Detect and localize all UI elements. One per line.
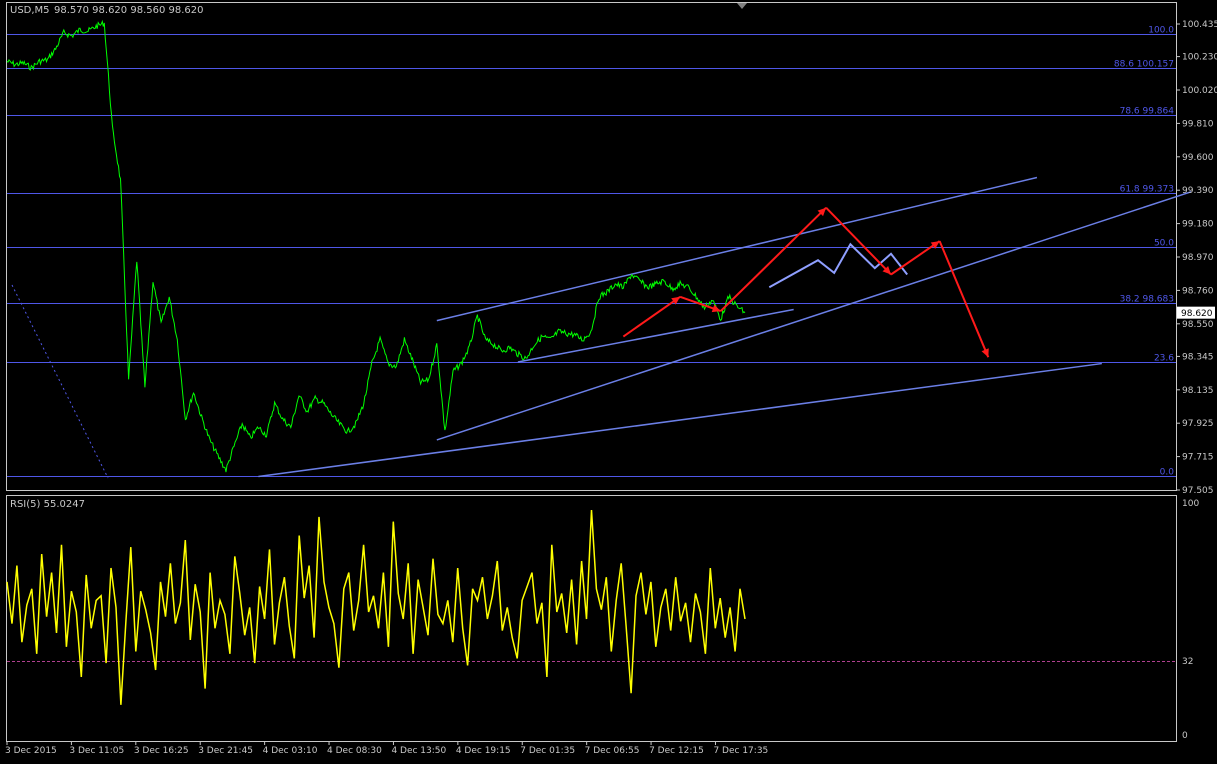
rsi-indicator-label: RSI(5) 55.0247 (10, 499, 85, 510)
x-tick-label: 7 Dec 12:15 (649, 746, 704, 756)
fib-level-label: 88.6 100.157 (1114, 60, 1174, 70)
x-tick-label: 7 Dec 17:35 (713, 746, 768, 756)
y-tick-label: 99.180 (1182, 220, 1214, 230)
chart-symbol-timeframe: USD,M5 (10, 5, 50, 16)
y-tick-label: 97.925 (1182, 419, 1214, 429)
fib-level-label: 100.0 (1148, 26, 1174, 36)
x-tick-label: 3 Dec 2015 (5, 746, 57, 756)
x-tick-label: 3 Dec 11:05 (69, 746, 124, 756)
fib-level-label: 78.6 99.864 (1120, 107, 1175, 117)
y-tick-label: 98.345 (1182, 352, 1214, 362)
x-tick-label: 3 Dec 16:25 (134, 746, 189, 756)
y-tick-label: 97.715 (1182, 453, 1214, 463)
x-tick-label: 4 Dec 19:15 (456, 746, 511, 756)
rsi-y-label: 100 (1182, 499, 1199, 509)
x-tick-label: 4 Dec 03:10 (263, 746, 318, 756)
background (0, 0, 1217, 760)
x-tick-label: 7 Dec 06:55 (585, 746, 640, 756)
y-tick-label: 98.760 (1182, 286, 1214, 296)
x-tick-label: 3 Dec 21:45 (198, 746, 253, 756)
rsi-y-label: 32 (1182, 657, 1193, 667)
y-tick-label: 99.390 (1182, 186, 1214, 196)
x-tick-label: 7 Dec 01:35 (520, 746, 575, 756)
x-tick-label: 4 Dec 08:30 (327, 746, 382, 756)
rsi-y-label: 0 (1182, 731, 1188, 741)
fib-level-label: 0.0 (1160, 468, 1175, 478)
y-tick-label: 100.230 (1182, 53, 1217, 63)
fib-level-label: 50.0 (1154, 239, 1174, 249)
fib-level-label: 38.2 98.683 (1120, 295, 1174, 305)
y-tick-label: 98.135 (1182, 386, 1214, 396)
x-tick-label: 4 Dec 13:50 (391, 746, 446, 756)
y-tick-label: 99.600 (1182, 153, 1214, 163)
chart-ohlc: 98.570 98.620 98.560 98.620 (54, 5, 204, 16)
fib-level-label: 61.8 99.373 (1120, 185, 1174, 195)
y-tick-label: 98.550 (1182, 320, 1214, 330)
y-tick-label: 97.505 (1182, 486, 1214, 496)
chart-window: 100.0 88.6 100.157 78.6 99.864 61.8 99.373 5… (0, 0, 1217, 760)
y-tick-label: 99.810 (1182, 119, 1214, 129)
y-tick-label: 98.970 (1182, 253, 1214, 263)
y-tick-label: 100.435 (1182, 20, 1217, 30)
fib-level-label: 23.6 (1154, 354, 1174, 364)
chart-svg: 100.0 88.6 100.157 78.6 99.864 61.8 99.373 5… (0, 0, 1217, 760)
current-price-label: 98.620 (1181, 309, 1213, 319)
y-tick-label: 100.020 (1182, 86, 1217, 96)
